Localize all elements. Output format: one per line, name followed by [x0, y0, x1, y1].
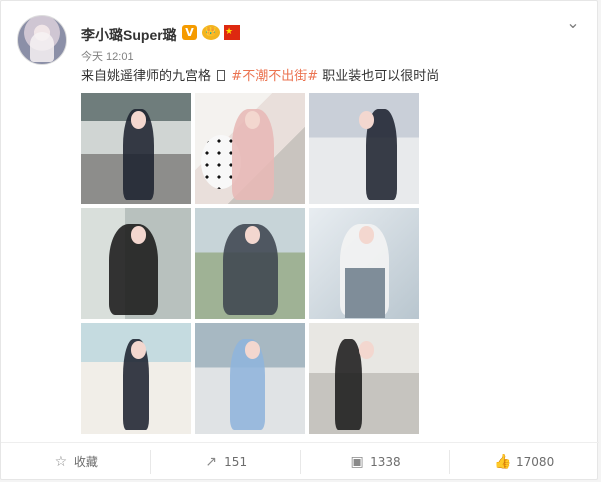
crown-icon: 👑 [202, 25, 220, 40]
share-button[interactable]: ↗ 151 [151, 449, 301, 474]
post-timestamp[interactable]: 今天 12:01 [81, 48, 134, 64]
post-text-before: 来自姚遥律师的九宫格 [81, 69, 212, 84]
gallery-photo-4[interactable] [81, 208, 191, 319]
china-flag-icon: ★ [224, 25, 240, 40]
chevron-down-icon[interactable]: ⌄ [563, 14, 583, 32]
gallery-photo-9[interactable] [309, 323, 419, 434]
favorite-button[interactable]: ☆ 收藏 [1, 449, 151, 474]
author-name[interactable]: 李小璐Super璐 [81, 25, 177, 45]
gallery-photo-5[interactable] [195, 208, 305, 319]
missing-glyph-icon [217, 70, 226, 81]
avatar[interactable] [17, 15, 67, 65]
post-text: 来自姚遥律师的九宫格 #不潮不出街# 职业装也可以很时尚 [81, 68, 439, 85]
comment-button[interactable]: ▣ 1338 [301, 449, 451, 474]
gallery-photo-1[interactable] [81, 93, 191, 204]
gallery-photo-3[interactable] [309, 93, 419, 204]
verified-badge-icon: V [182, 25, 197, 40]
gallery-photo-6[interactable] [309, 208, 419, 319]
star-icon: ☆ [54, 453, 68, 470]
action-bar: ☆ 收藏 ↗ 151 ▣ 1338 👍 17080 [1, 442, 599, 480]
share-count: 151 [224, 454, 248, 469]
topic-link[interactable]: #不潮不出街# [231, 69, 318, 84]
weibo-post-card: 李小璐Super璐 V 👑 ★ 今天 12:01 ⌄ 来自姚遥律师的九宫格 #不… [0, 0, 599, 480]
like-button[interactable]: 👍 17080 [450, 450, 599, 474]
photo-grid [81, 93, 419, 435]
gallery-photo-7[interactable] [81, 323, 191, 434]
thumb-up-icon: 👍 [494, 453, 512, 470]
gallery-photo-2[interactable] [195, 93, 305, 204]
favorite-label: 收藏 [73, 455, 98, 469]
like-count: 17080 [516, 454, 555, 469]
comment-icon: ▣ [350, 453, 364, 470]
gallery-photo-8[interactable] [195, 323, 305, 434]
post-text-after: 职业装也可以很时尚 [322, 69, 440, 84]
comment-count: 1338 [370, 454, 401, 469]
share-icon: ↗ [205, 453, 218, 470]
